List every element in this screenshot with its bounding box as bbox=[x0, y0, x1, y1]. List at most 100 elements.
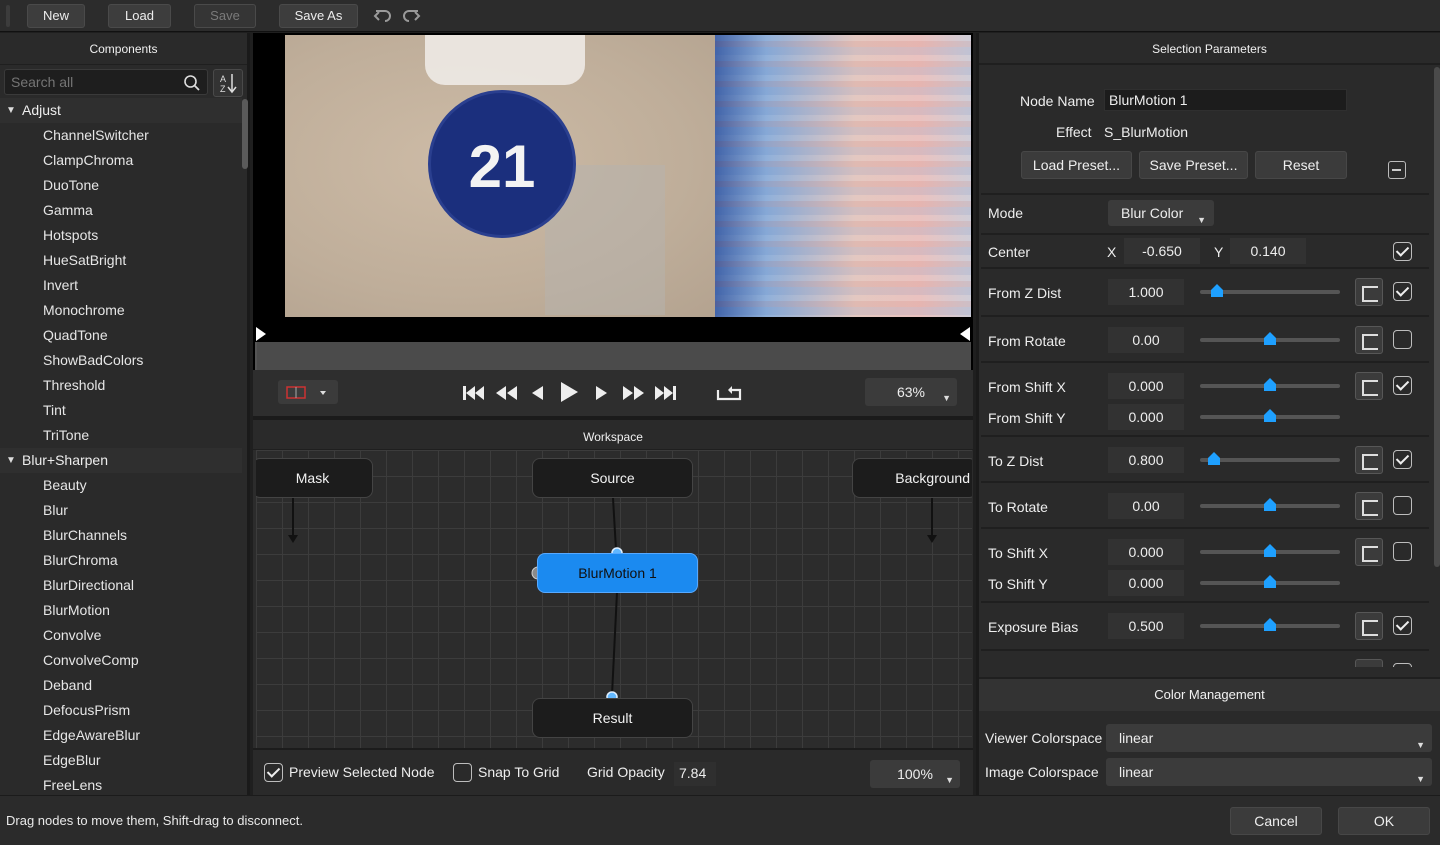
component-item[interactable]: BlurMotion bbox=[0, 598, 242, 623]
component-item[interactable]: HueSatBright bbox=[0, 248, 242, 273]
to-rotate-slider[interactable] bbox=[1200, 498, 1340, 511]
from-shift-y-field[interactable]: 0.000 bbox=[1108, 404, 1184, 430]
sort-button[interactable]: A Z bbox=[213, 69, 243, 97]
component-item[interactable]: EdgeAwareBlur bbox=[0, 723, 242, 748]
component-item[interactable]: Deband bbox=[0, 673, 242, 698]
component-item[interactable]: Blur bbox=[0, 498, 242, 523]
component-item[interactable]: BlurChroma bbox=[0, 548, 242, 573]
from-rotate-keyframe-button[interactable] bbox=[1355, 326, 1383, 354]
node-background[interactable]: Background bbox=[852, 458, 972, 498]
redo-icon[interactable] bbox=[401, 6, 421, 26]
toolbar-grip[interactable] bbox=[6, 5, 10, 27]
viewer-zoom-dropdown[interactable]: 63% ▼ bbox=[865, 378, 957, 406]
to-shift-x-slider[interactable] bbox=[1200, 544, 1340, 557]
node-graph[interactable]: Mask Source Background BlurMotion 1 Resu… bbox=[256, 450, 972, 748]
save-button[interactable]: Save bbox=[194, 4, 256, 28]
to-rotate-field[interactable]: 0.00 bbox=[1108, 493, 1184, 519]
exposure-bias-field[interactable]: 0.500 bbox=[1108, 613, 1184, 639]
play-icon[interactable] bbox=[558, 380, 580, 404]
preview-selected-checkbox[interactable] bbox=[264, 763, 283, 782]
to-shift-y-slider[interactable] bbox=[1200, 575, 1340, 588]
from-rotate-animate-checkbox[interactable] bbox=[1393, 330, 1412, 349]
from-rotate-slider[interactable] bbox=[1200, 332, 1340, 345]
to-shift-x-field[interactable]: 0.000 bbox=[1108, 539, 1184, 565]
out-point-marker[interactable] bbox=[960, 327, 970, 341]
search-box[interactable] bbox=[4, 69, 208, 95]
save-as-button[interactable]: Save As bbox=[279, 4, 358, 28]
component-item[interactable]: Monochrome bbox=[0, 298, 242, 323]
slider-thumb[interactable] bbox=[1264, 618, 1276, 632]
component-item[interactable]: DefocusPrism bbox=[0, 698, 242, 723]
to-shift-x-keyframe-button[interactable] bbox=[1355, 538, 1383, 566]
keyframe-button[interactable] bbox=[1355, 659, 1383, 667]
component-item[interactable]: Threshold bbox=[0, 373, 242, 398]
component-item[interactable]: ClampChroma bbox=[0, 148, 242, 173]
component-item[interactable]: Invert bbox=[0, 273, 242, 298]
from-shift-x-slider[interactable] bbox=[1200, 378, 1340, 391]
collapse-toggle[interactable] bbox=[1388, 161, 1406, 179]
category-adjust[interactable]: ▼ Adjust bbox=[0, 98, 242, 123]
component-item[interactable]: ShowBadColors bbox=[0, 348, 242, 373]
from-z-dist-animate-checkbox[interactable] bbox=[1393, 282, 1412, 301]
cancel-button[interactable]: Cancel bbox=[1230, 807, 1322, 835]
load-preset-button[interactable]: Load Preset... bbox=[1021, 151, 1132, 179]
node-mask[interactable]: Mask bbox=[256, 458, 373, 498]
from-shift-x-keyframe-button[interactable] bbox=[1355, 372, 1383, 400]
from-shift-x-animate-checkbox[interactable] bbox=[1393, 376, 1412, 395]
node-source[interactable]: Source bbox=[532, 458, 693, 498]
to-shift-y-field[interactable]: 0.000 bbox=[1108, 570, 1184, 596]
save-preset-button[interactable]: Save Preset... bbox=[1139, 151, 1248, 179]
from-rotate-field[interactable]: 0.00 bbox=[1108, 327, 1184, 353]
go-to-start-icon[interactable] bbox=[461, 384, 487, 402]
step-forward-icon[interactable] bbox=[593, 384, 609, 402]
preview-image[interactable]: 21 bbox=[285, 35, 971, 317]
component-item[interactable]: BlurChannels bbox=[0, 523, 242, 548]
components-scrollbar[interactable] bbox=[242, 99, 248, 169]
component-item[interactable]: ConvolveComp bbox=[0, 648, 242, 673]
timeline-track[interactable] bbox=[253, 327, 971, 335]
from-z-dist-slider[interactable] bbox=[1200, 284, 1340, 297]
view-mode-dropdown[interactable] bbox=[278, 380, 338, 404]
undo-icon[interactable] bbox=[373, 6, 393, 26]
slider-thumb[interactable] bbox=[1264, 332, 1276, 346]
component-item[interactable]: Beauty bbox=[0, 473, 242, 498]
search-input[interactable] bbox=[5, 70, 175, 94]
node-name-field[interactable]: BlurMotion 1 bbox=[1104, 89, 1347, 111]
node-result[interactable]: Result bbox=[532, 698, 693, 738]
component-item[interactable]: Hotspots bbox=[0, 223, 242, 248]
fast-forward-icon[interactable] bbox=[620, 384, 646, 402]
component-item[interactable]: TriTone bbox=[0, 423, 242, 448]
component-item[interactable]: ChannelSwitcher bbox=[0, 123, 242, 148]
ok-button[interactable]: OK bbox=[1338, 807, 1430, 835]
component-item[interactable]: Convolve bbox=[0, 623, 242, 648]
mode-dropdown[interactable]: Blur Color ▼ bbox=[1108, 200, 1214, 226]
category-blur-sharpen[interactable]: ▼ Blur+Sharpen bbox=[0, 448, 242, 473]
component-item[interactable]: Gamma bbox=[0, 198, 242, 223]
slider-thumb[interactable] bbox=[1264, 409, 1276, 423]
slider-thumb[interactable] bbox=[1264, 378, 1276, 392]
slider-thumb[interactable] bbox=[1264, 575, 1276, 589]
image-colorspace-dropdown[interactable]: linear ▼ bbox=[1106, 758, 1432, 786]
to-rotate-keyframe-button[interactable] bbox=[1355, 492, 1383, 520]
parameters-scrollbar[interactable] bbox=[1434, 67, 1440, 567]
to-z-dist-slider[interactable] bbox=[1200, 452, 1340, 465]
node-blurmotion-selected[interactable]: BlurMotion 1 bbox=[537, 553, 698, 593]
from-z-dist-field[interactable]: 1.000 bbox=[1108, 279, 1184, 305]
exposure-bias-keyframe-button[interactable] bbox=[1355, 612, 1383, 640]
from-shift-y-slider[interactable] bbox=[1200, 409, 1340, 422]
slider-thumb[interactable] bbox=[1208, 452, 1220, 466]
loop-icon[interactable] bbox=[715, 384, 743, 402]
rewind-icon[interactable] bbox=[494, 384, 520, 402]
animate-checkbox[interactable] bbox=[1393, 663, 1412, 667]
timeline-bar[interactable] bbox=[255, 342, 971, 370]
expand-triangle-icon[interactable]: ▼ bbox=[6, 98, 16, 123]
to-shift-x-animate-checkbox[interactable] bbox=[1393, 542, 1412, 561]
grid-opacity-field[interactable]: 7.84 bbox=[674, 762, 716, 786]
viewer-colorspace-dropdown[interactable]: linear ▼ bbox=[1106, 724, 1432, 752]
component-item[interactable]: Tint bbox=[0, 398, 242, 423]
new-button[interactable]: New bbox=[27, 4, 85, 28]
from-shift-x-field[interactable]: 0.000 bbox=[1108, 373, 1184, 399]
exposure-bias-animate-checkbox[interactable] bbox=[1393, 616, 1412, 635]
center-y-field[interactable]: 0.140 bbox=[1230, 238, 1306, 264]
center-animate-checkbox[interactable] bbox=[1393, 242, 1412, 261]
